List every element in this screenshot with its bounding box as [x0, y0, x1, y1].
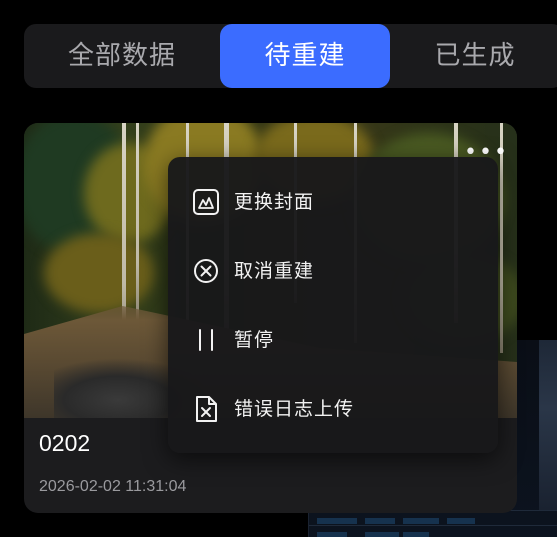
- cancel-circle-icon: [194, 259, 218, 283]
- menu-item-label: 暂停: [234, 329, 275, 351]
- tab-all-data[interactable]: 全部数据: [24, 24, 220, 88]
- context-menu: 更换封面 取消重建 暂停 错误日志上传: [168, 157, 498, 453]
- file-error-icon: [196, 396, 217, 422]
- image-icon: [193, 189, 219, 215]
- menu-item-change-cover[interactable]: 更换封面: [168, 174, 498, 230]
- card-title: 0202: [39, 430, 91, 456]
- menu-item-label: 更换封面: [234, 191, 315, 213]
- card-date: 2026-02-02 11:31:04: [39, 478, 187, 495]
- tab-generated[interactable]: 已生成: [414, 24, 536, 88]
- page: 全部数据 待重建 已生成 ••• 0202 2026-02-02 11:31:0…: [0, 0, 557, 537]
- menu-item-upload-error-log[interactable]: 错误日志上传: [168, 381, 498, 437]
- pause-icon: [199, 329, 213, 351]
- menu-item-label: 取消重建: [234, 260, 315, 282]
- tab-pending-rebuild[interactable]: 待重建: [220, 24, 390, 88]
- menu-item-pause[interactable]: 暂停: [168, 312, 498, 368]
- menu-item-label: 错误日志上传: [234, 398, 355, 420]
- menu-item-cancel-rebuild[interactable]: 取消重建: [168, 243, 498, 299]
- tab-bar: 全部数据 待重建 已生成: [24, 24, 557, 88]
